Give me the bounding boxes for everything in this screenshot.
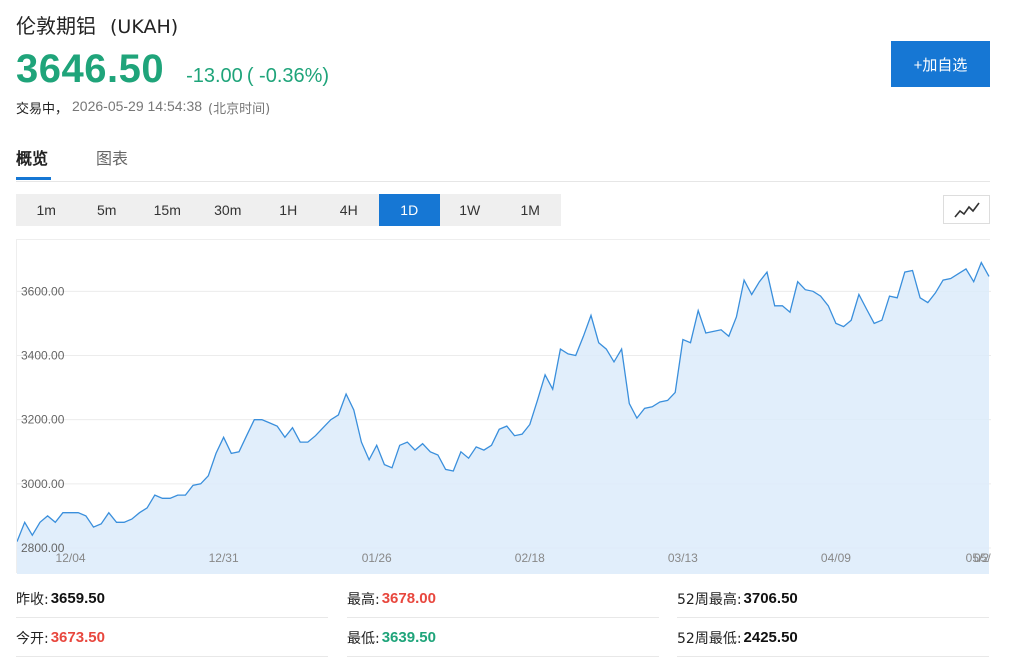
stat-label: 昨收: [16,591,49,608]
area-fill [17,262,989,574]
period-5m[interactable]: 5m [77,194,138,226]
stat-label: 52周最高: [677,591,742,608]
x-tick-label: 03/13 [668,551,698,565]
chart-type-button[interactable] [943,195,990,224]
period-selector: 1m 5m 15m 30m 1H 4H 1D 1W 1M [16,194,561,226]
stat-prev-close: 昨收: 3659.50 [16,580,328,618]
period-15m[interactable]: 15m [137,194,198,226]
period-1m[interactable]: 1m [16,194,77,226]
y-tick-label: 3200.00 [21,413,65,427]
price-change: -13.00 [186,65,243,87]
price-row: 3646.50 -13.00 ( -0.36%) [16,47,329,92]
period-1d[interactable]: 1D [379,194,440,226]
instrument-title: 伦敦期铝 (UKAH) [16,10,178,39]
tab-overview[interactable]: 概览 [16,145,48,181]
last-price: 3646.50 [16,47,165,91]
y-tick-label: 3400.00 [21,349,65,363]
instrument-name: 伦敦期铝 [16,14,96,38]
stat-label: 今开: [16,630,49,647]
stat-value: 3659.50 [50,590,105,607]
price-chart-svg: 2800.003000.003200.003400.003600.00 12/0… [17,260,991,574]
instrument-code: (UKAH) [110,16,179,38]
tab-bar: 概览 图表 [16,137,990,182]
timezone-label: (北京时间) [208,102,271,117]
y-tick-label: 3600.00 [21,284,65,298]
period-4h[interactable]: 4H [319,194,380,226]
stat-52w-low: 52周最低: 2425.50 [677,619,989,657]
stat-low: 最低: 3639.50 [347,619,659,657]
stat-52w-high: 52周最高: 3706.50 [677,580,989,618]
line-chart-icon [953,202,980,218]
x-tick-label: 12/31 [209,551,239,565]
tab-chart[interactable]: 图表 [96,145,128,181]
x-tick-label: 05/2 [966,551,990,565]
stat-value: 3673.50 [50,629,105,646]
price-change-percent: ( -0.36%) [246,65,330,87]
price-chart[interactable]: 2800.00 3000.00 3200.00 3400.00 3600.00 12/0… [16,239,991,574]
stat-label: 最高: [347,591,380,608]
period-1h[interactable]: 1H [258,194,319,226]
period-1w[interactable]: 1W [440,194,501,226]
stat-label: 最低: [347,630,380,647]
stat-value: 3639.50 [381,629,436,646]
x-tick-label: 02/18 [515,551,545,565]
stat-value: 2425.50 [743,629,798,646]
add-to-watchlist-button[interactable]: +加自选 [891,41,990,87]
trading-state: 交易中， [16,102,69,117]
active-tab-indicator [16,177,51,180]
stat-high: 最高: 3678.00 [347,580,659,618]
period-1mo[interactable]: 1M [500,194,561,226]
stat-open: 今开: 3673.50 [16,619,328,657]
stat-label: 52周最低: [677,630,742,647]
stat-value: 3678.00 [381,590,436,607]
x-tick-label: 01/26 [362,551,392,565]
y-axis-labels: 2800.003000.003200.003400.003600.00 [21,284,65,555]
quote-timestamp: 2026-05-29 14:54:38 [72,98,203,114]
chart-area [17,260,990,574]
period-30m[interactable]: 30m [198,194,259,226]
stat-value: 3706.50 [743,590,798,607]
trading-status: 交易中， 2026-05-29 14:54:38 (北京时间) [16,98,270,117]
x-tick-label: 12/04 [56,551,86,565]
y-tick-label: 3000.00 [21,477,65,491]
x-tick-label: 04/09 [821,551,851,565]
